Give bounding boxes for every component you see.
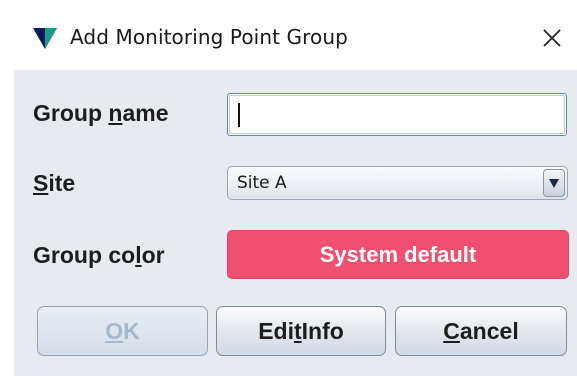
ok-button[interactable]: OK — [37, 306, 208, 356]
close-button[interactable] — [532, 18, 572, 58]
triangle-logo-icon — [33, 28, 57, 49]
close-icon — [543, 29, 561, 47]
dialog-title: Add Monitoring Point Group — [70, 25, 348, 49]
edit-info-button[interactable]: Edi t Info — [216, 306, 386, 356]
site-dropdown[interactable]: Site A — [227, 166, 568, 200]
group-name-input[interactable] — [227, 93, 567, 136]
site-label: Site — [33, 170, 76, 196]
form-panel: Group name Site Site A Group color Syste… — [14, 70, 577, 376]
group-color-button-label: System default — [319, 241, 477, 267]
title-bar[interactable]: Add Monitoring Point Group — [0, 0, 577, 70]
dropdown-button[interactable] — [543, 169, 565, 197]
dialog-window: Add Monitoring Point Group Group name Si… — [0, 0, 577, 376]
cancel-button[interactable]: Cancel — [395, 306, 567, 356]
triangle-down-icon — [549, 179, 559, 188]
site-selected-value: Site A — [237, 173, 287, 193]
group-color-button[interactable]: System default — [227, 230, 569, 279]
group-color-label: Group color — [33, 242, 165, 268]
group-name-label: Group name — [33, 100, 169, 126]
text-caret — [238, 103, 240, 127]
